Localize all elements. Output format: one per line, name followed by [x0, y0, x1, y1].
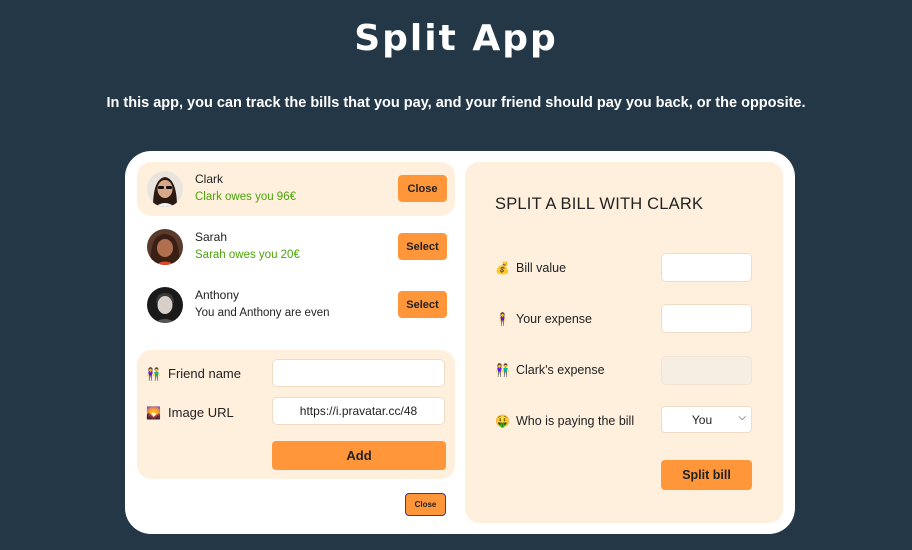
- friend-expense-input: [661, 356, 752, 385]
- chevron-down-icon: ⌵: [738, 412, 746, 423]
- friend-name: Sarah: [195, 230, 228, 244]
- friend-balance: Clark owes you 96€: [195, 191, 296, 203]
- split-bill-button[interactable]: Split bill: [661, 460, 752, 490]
- page-title: Split App: [354, 18, 558, 59]
- bill-value-label: 💰 Bill value: [495, 261, 567, 275]
- friend-balance: Sarah owes you 20€: [195, 249, 300, 261]
- friend-name: Clark: [195, 172, 224, 186]
- add-friend-button[interactable]: Add: [272, 441, 446, 470]
- payer-label: 🤑 Who is paying the bill: [495, 414, 635, 428]
- select-friend-button[interactable]: Select: [398, 291, 447, 318]
- avatar: [147, 287, 183, 323]
- friend-name-input[interactable]: [272, 359, 445, 387]
- bill-value-input[interactable]: [661, 253, 752, 282]
- image-url-label: 🌄 Image URL: [146, 405, 234, 420]
- close-form-button[interactable]: Close: [405, 493, 446, 516]
- payer-select-value: You: [691, 413, 713, 427]
- add-friend-form: 👫Friend name 🌄Image URL Add: [137, 350, 455, 479]
- friend-item-clark: Clark Clark owes you 96€ Close: [137, 162, 455, 216]
- friend-balance: You and Anthony are even: [195, 307, 330, 319]
- friend-name: Anthony: [195, 288, 240, 302]
- friend-name-label: 👫 Friend name: [146, 366, 241, 381]
- avatar: [147, 229, 183, 265]
- select-friend-button[interactable]: Select: [398, 233, 447, 260]
- payer-select[interactable]: You ⌵: [661, 406, 752, 433]
- money-mouth-face-icon: 🤑: [495, 414, 510, 428]
- person-icon: 🧍‍♀️: [495, 312, 510, 326]
- page-subtitle: In this app, you can track the bills tha…: [106, 95, 806, 111]
- money-bag-icon: 💰: [495, 261, 510, 275]
- your-expense-input[interactable]: [661, 304, 752, 333]
- split-bill-form: SPLIT A BILL WITH CLARK 💰 Bill value 🧍‍♀️…: [465, 162, 783, 523]
- your-expense-label: 🧍‍♀️ Your expense: [495, 312, 592, 326]
- friend-expense-label: 👫 Clark's expense: [495, 363, 605, 377]
- image-url-input[interactable]: [272, 397, 445, 425]
- close-friend-button[interactable]: Close: [398, 175, 447, 202]
- main-card: Clark Clark owes you 96€ Close Sarah Sar…: [125, 151, 795, 534]
- friend-item-anthony: Anthony You and Anthony are even Select: [137, 278, 455, 332]
- couple-icon: 👫: [146, 367, 161, 381]
- split-form-title: SPLIT A BILL WITH CLARK: [495, 195, 704, 213]
- sunrise-image-icon: 🌄: [146, 406, 161, 420]
- couple-icon: 👫: [495, 363, 510, 377]
- friend-item-sarah: Sarah Sarah owes you 20€ Select: [137, 220, 455, 274]
- avatar: [147, 171, 183, 207]
